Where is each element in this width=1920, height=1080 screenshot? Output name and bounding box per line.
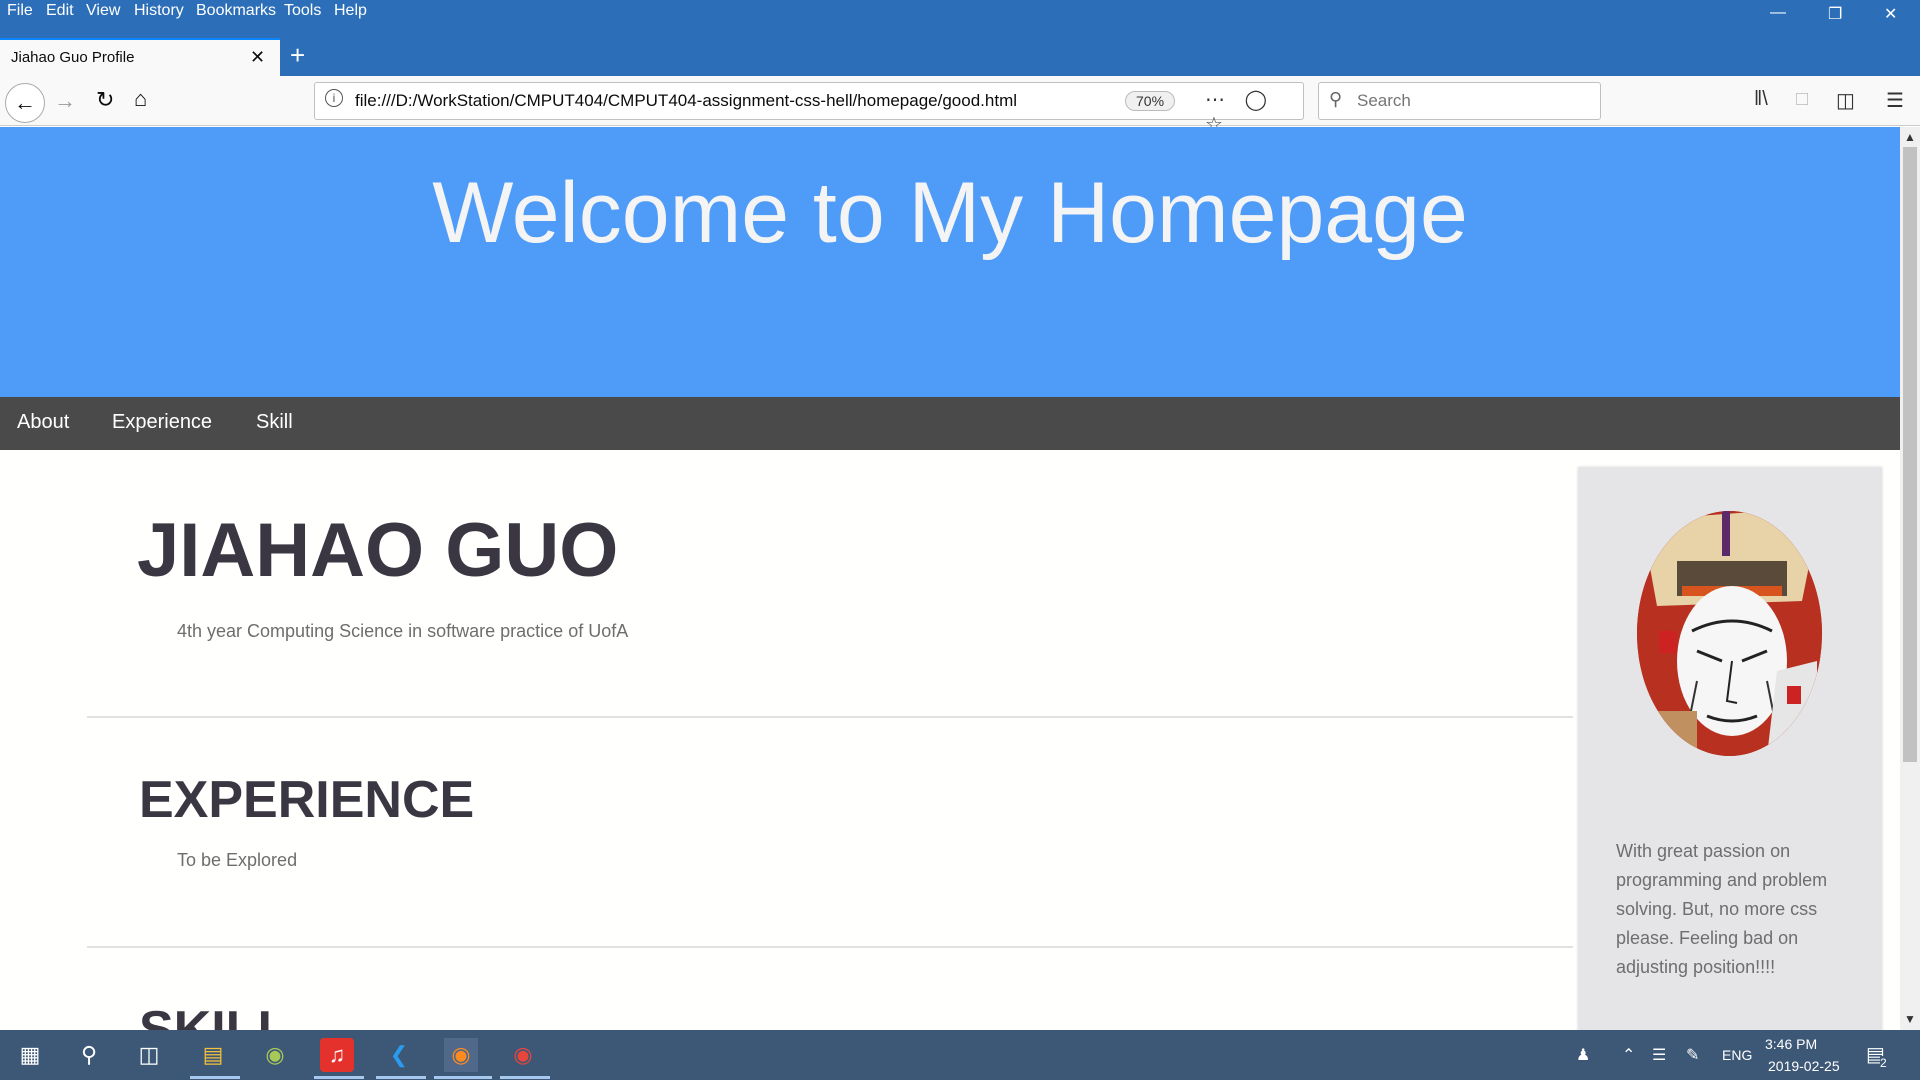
scroll-down-icon[interactable]: ▼: [1904, 1012, 1916, 1026]
pocket-icon[interactable]: ◯: [1245, 89, 1267, 111]
skill-heading: SKILL: [139, 1001, 290, 1030]
info-icon[interactable]: i: [325, 89, 343, 107]
divider: [87, 946, 1573, 948]
running-indicator: [376, 1076, 426, 1079]
profile-subtitle: 4th year Computing Science in software p…: [177, 621, 629, 641]
search-input[interactable]: [1357, 91, 1587, 111]
library-icon[interactable]: ‖\: [1754, 88, 1768, 111]
menu-bookmarks[interactable]: Bookmarks: [196, 2, 276, 20]
search-bar[interactable]: ⚲: [1318, 82, 1601, 120]
scroll-up-icon[interactable]: ▲: [1904, 130, 1916, 144]
windows-start-icon[interactable]: ▦: [13, 1038, 47, 1072]
experience-heading: EXPERIENCE: [139, 771, 475, 829]
tab-title: Jiahao Guo Profile: [11, 49, 135, 66]
bio-text: With great passion on programming and pr…: [1616, 841, 1828, 977]
back-arrow-icon[interactable]: ←: [5, 83, 45, 123]
zoom-badge[interactable]: 70%: [1125, 91, 1176, 111]
running-indicator: [190, 1076, 240, 1079]
file-explorer-icon[interactable]: ▤: [196, 1038, 230, 1072]
nav-skill-link[interactable]: Skill: [256, 411, 293, 434]
page-viewport: Welcome to My Homepage About Experience …: [0, 127, 1900, 1030]
url-bar[interactable]: i file:///D:/WorkStation/CMPUT404/CMPUT4…: [314, 82, 1304, 136]
hamburger-menu-icon[interactable]: ☰: [1886, 88, 1904, 113]
nav-experience-link[interactable]: Experience: [112, 411, 212, 434]
menu-help[interactable]: Help: [334, 2, 367, 20]
restore-icon[interactable]: ❐: [1828, 4, 1842, 24]
clock-time[interactable]: 3:46 PM: [1765, 1036, 1817, 1052]
nav-about-link[interactable]: About: [17, 411, 69, 434]
app-icon[interactable]: ◉: [258, 1038, 292, 1072]
running-indicator: [434, 1076, 492, 1079]
reload-icon[interactable]: ↻: [96, 87, 114, 113]
notification-count: 2: [1880, 1056, 1887, 1070]
firefox-icon[interactable]: ◉: [444, 1038, 478, 1072]
banner-title: Welcome to My Homepage: [432, 165, 1468, 261]
avatar-illustration: [1637, 511, 1822, 756]
chrome-icon[interactable]: ◉: [506, 1038, 540, 1072]
url-text[interactable]: file:///D:/WorkStation/CMPUT404/CMPUT404…: [355, 91, 1017, 111]
profile-name: JIAHAO GUO: [137, 508, 619, 593]
music-app-icon[interactable]: ♫: [320, 1038, 354, 1072]
tab-bar: [0, 28, 1920, 76]
extension-icon[interactable]: □: [1796, 88, 1808, 111]
clock-date[interactable]: 2019-02-25: [1768, 1058, 1840, 1074]
header-banner: Welcome to My Homepage: [0, 127, 1900, 397]
close-tab-icon[interactable]: ✕: [250, 47, 265, 68]
menu-bar: File Edit View History Bookmarks Tools H…: [0, 0, 1920, 28]
menu-tools[interactable]: Tools: [284, 2, 321, 20]
tab-active[interactable]: Jiahao Guo Profile ✕: [0, 38, 280, 76]
scrollbar-thumb[interactable]: [1903, 147, 1917, 762]
more-actions-icon[interactable]: ⋯: [1205, 89, 1225, 111]
menu-file[interactable]: File: [7, 2, 33, 20]
profile-sidebar: With great passion on programming and pr…: [1578, 467, 1882, 1030]
divider: [87, 716, 1573, 718]
running-indicator: [500, 1076, 550, 1079]
forward-arrow-icon[interactable]: →: [54, 88, 76, 114]
menu-view[interactable]: View: [86, 2, 120, 20]
avatar: [1637, 511, 1822, 756]
site-nav: About Experience Skill: [0, 397, 1900, 450]
search-icon[interactable]: ⚲: [72, 1038, 106, 1072]
sidebar-toggle-icon[interactable]: ◫: [1836, 88, 1855, 113]
language-indicator[interactable]: ENG: [1722, 1047, 1752, 1063]
running-indicator: [314, 1076, 364, 1079]
task-view-icon[interactable]: ◫: [132, 1038, 166, 1072]
chevron-up-icon[interactable]: ⌃: [1622, 1045, 1635, 1065]
close-window-icon[interactable]: ✕: [1884, 4, 1897, 24]
home-icon[interactable]: ⌂: [134, 86, 147, 112]
search-icon: ⚲: [1329, 89, 1343, 109]
experience-text: To be Explored: [177, 850, 298, 870]
menu-history[interactable]: History: [134, 2, 184, 20]
minimize-icon[interactable]: —: [1770, 4, 1786, 22]
new-tab-icon[interactable]: +: [290, 40, 305, 71]
menu-edit[interactable]: Edit: [46, 2, 74, 20]
people-icon[interactable]: ♟: [1576, 1045, 1590, 1065]
pen-icon[interactable]: ✎: [1686, 1045, 1699, 1065]
network-icon[interactable]: ☰: [1652, 1045, 1666, 1065]
vscode-icon[interactable]: ❮: [382, 1038, 416, 1072]
